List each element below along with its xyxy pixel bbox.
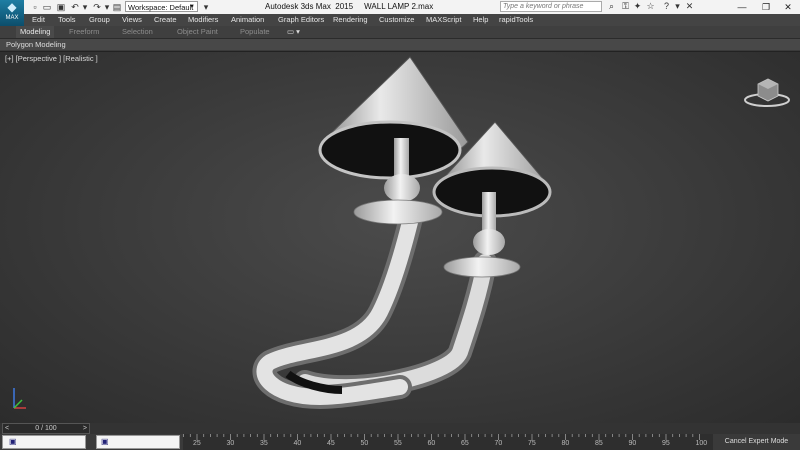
front-arm-highlight xyxy=(256,214,418,406)
communication-center-icon[interactable]: ✦ xyxy=(632,1,643,12)
undo-dropdown-icon[interactable]: ▾ xyxy=(80,2,90,12)
chevron-down-icon: ▼ xyxy=(189,4,195,10)
max-logo-icon: ◆ xyxy=(7,0,17,14)
track-tick-label: 45 xyxy=(327,440,335,447)
cancel-expert-mode-button[interactable]: Cancel Expert Mode xyxy=(713,434,800,450)
track-tick-label: 70 xyxy=(494,440,503,447)
menu-create[interactable]: Create xyxy=(154,14,177,26)
favorites-icon[interactable]: ☆ xyxy=(645,1,656,12)
binoculars-icon[interactable]: ⌕ xyxy=(606,1,617,12)
track-tick-label: 30 xyxy=(226,440,235,447)
track-tick-label: 100 xyxy=(695,440,708,447)
perspective-viewport[interactable]: [+] [Perspective ] [Realistic ] xyxy=(0,51,800,423)
track-tick-label: 90 xyxy=(628,440,637,447)
ribbon-options-icon[interactable]: ▭ ▾ xyxy=(287,26,300,38)
save-file-icon[interactable]: ▣ xyxy=(56,2,66,12)
viewport-label[interactable]: [+] [Perspective ] [Realistic ] xyxy=(5,54,98,63)
tab-object-paint[interactable]: Object Paint xyxy=(177,26,218,38)
track-tick-label: 60 xyxy=(427,440,436,447)
menu-edit[interactable]: Edit xyxy=(32,14,45,26)
menu-graph-editors[interactable]: Graph Editors xyxy=(278,14,324,26)
ribbon-tabs: Modeling Freeform Selection Object Paint… xyxy=(0,26,800,39)
prompt-line[interactable]: ▣ xyxy=(96,435,180,449)
viewcube-icon[interactable] xyxy=(742,70,792,110)
track-tick-label: 95 xyxy=(662,440,670,447)
menu-bar: Edit Tools Group Views Create Modifiers … xyxy=(24,14,800,26)
subscription-icon[interactable]: ⚿ xyxy=(620,1,631,12)
track-tick-label: 25 xyxy=(193,440,201,447)
menu-group[interactable]: Group xyxy=(89,14,110,26)
search-placeholder: Type a keyword or phrase xyxy=(503,3,584,10)
restore-button[interactable]: ❐ xyxy=(754,0,778,14)
menu-customize[interactable]: Customize xyxy=(379,14,414,26)
menu-help[interactable]: Help xyxy=(473,14,488,26)
menu-rendering[interactable]: Rendering xyxy=(333,14,368,26)
project-folder-icon[interactable]: ▤ xyxy=(112,2,122,12)
rear-bulb-knob xyxy=(473,229,505,255)
search-input[interactable]: Type a keyword or phrase xyxy=(500,1,602,12)
new-file-icon[interactable]: ▫ xyxy=(30,2,40,12)
app-menu-button[interactable]: ◆ MAX xyxy=(0,0,24,26)
tab-freeform[interactable]: Freeform xyxy=(69,26,99,38)
track-tick-label: 65 xyxy=(461,440,469,447)
redo-icon[interactable]: ↷ xyxy=(92,2,102,12)
maxscript-listener-mini[interactable]: ▣ xyxy=(2,435,86,449)
track-tick-label: 85 xyxy=(595,440,603,447)
track-tick-label: 80 xyxy=(561,440,570,447)
close-button[interactable]: ✕ xyxy=(776,0,800,14)
front-shade-opening xyxy=(318,120,462,180)
menu-rapidtools[interactable]: rapidTools xyxy=(499,14,533,26)
status-bar: ▣ ▣ xyxy=(0,434,183,450)
prompt-icon: ▣ xyxy=(101,437,109,446)
time-slider[interactable]: < 0 / 100 > xyxy=(2,423,90,434)
polygon-modeling-panel[interactable]: Polygon Modeling xyxy=(6,39,66,50)
window-title: Autodesk 3ds Max 2015 WALL LAMP 2.max xyxy=(265,2,434,11)
tab-populate[interactable]: Populate xyxy=(240,26,270,38)
tab-modeling[interactable]: Modeling xyxy=(16,26,55,38)
track-tick-label: 35 xyxy=(260,440,268,447)
time-slider-value: 0 / 100 xyxy=(35,425,57,432)
minimize-button[interactable]: — xyxy=(730,0,754,14)
track-bar[interactable]: 25 30 35 40 45 50 55 60 65 70 75 80 85 90 95 100 xyxy=(183,434,713,450)
help-icon[interactable]: ? xyxy=(661,1,672,12)
help-dropdown-icon[interactable]: ▾ xyxy=(672,1,683,12)
undo-icon[interactable]: ↶ xyxy=(70,2,80,12)
script-icon: ▣ xyxy=(9,437,17,446)
front-drip-plate xyxy=(353,199,443,225)
ribbon-panel: Polygon Modeling xyxy=(0,39,800,50)
redo-dropdown-icon[interactable]: ▾ xyxy=(102,2,112,12)
menu-views[interactable]: Views xyxy=(122,14,142,26)
menu-animation[interactable]: Animation xyxy=(231,14,264,26)
track-tick-label: 75 xyxy=(528,440,536,447)
open-file-icon[interactable]: ▭ xyxy=(42,2,52,12)
time-slider-bar: < 0 / 100 > xyxy=(0,423,800,434)
track-tick-label: 55 xyxy=(394,440,402,447)
workspace-value: Workspace: Default xyxy=(128,3,194,12)
track-tick-label: 40 xyxy=(293,440,302,447)
track-tick-label: 50 xyxy=(360,440,369,447)
axis-tripod-icon xyxy=(13,388,26,409)
rear-stem xyxy=(482,192,496,232)
wall-lamp-model[interactable] xyxy=(230,52,590,423)
exchange-icon[interactable]: ✕ xyxy=(684,1,695,12)
workspace-select[interactable]: Workspace: Default ▼ xyxy=(125,1,198,12)
rear-drip-plate xyxy=(443,256,521,278)
quick-access-dropdown-icon[interactable]: ▾ xyxy=(201,2,211,12)
menu-modifiers[interactable]: Modifiers xyxy=(188,14,218,26)
title-bar: ◆ MAX ▫ ▭ ▣ ↶ ▾ ↷ ▾ ▤ Workspace: Default… xyxy=(0,0,800,26)
tab-selection[interactable]: Selection xyxy=(122,26,153,38)
menu-tools[interactable]: Tools xyxy=(58,14,76,26)
menu-maxscript[interactable]: MAXScript xyxy=(426,14,461,26)
front-stem xyxy=(394,138,409,180)
app-logo-label: MAX xyxy=(5,15,19,21)
front-bulb-knob xyxy=(384,174,420,202)
time-next-button[interactable]: > xyxy=(83,424,87,434)
